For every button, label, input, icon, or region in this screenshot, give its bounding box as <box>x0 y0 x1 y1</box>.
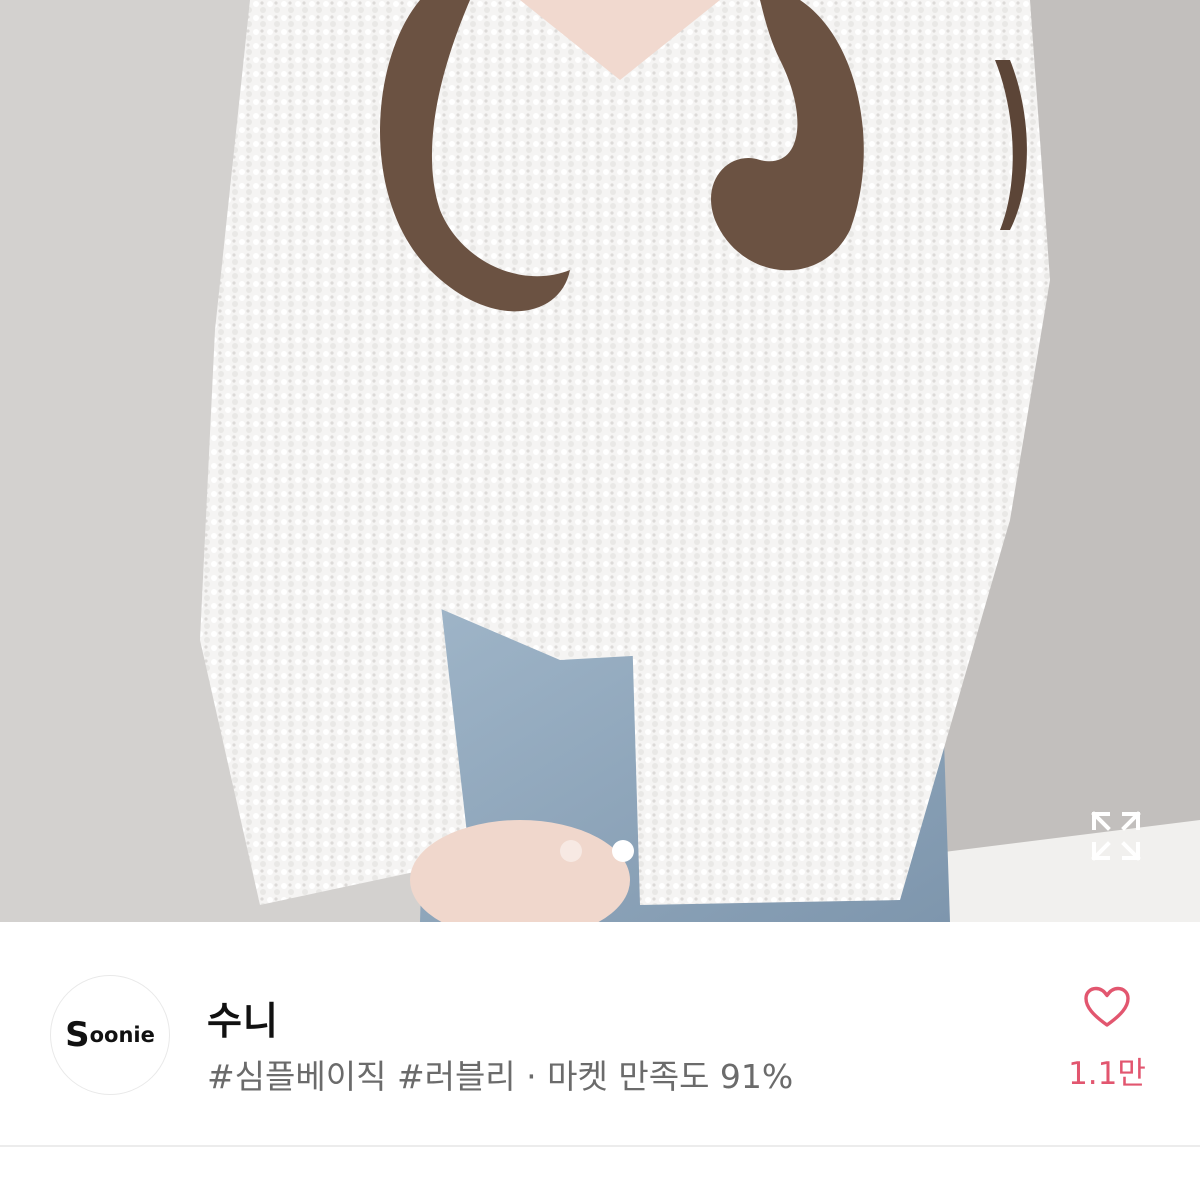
seller-name[interactable]: 수니 <box>207 990 279 1045</box>
seller-tags: #심플베이직 #러블리 · 마켓 만족도 91% <box>207 1057 794 1096</box>
like-count: 1.1만 <box>1068 1056 1146 1092</box>
seller-logo-text: oonie <box>89 1023 155 1047</box>
product-image[interactable] <box>0 0 1200 922</box>
like-button[interactable]: 1.1만 <box>1062 986 1152 1093</box>
expand-icon[interactable] <box>1090 810 1142 862</box>
seller-logo[interactable]: Soonie <box>50 975 170 1095</box>
product-photo-illustration <box>0 0 1200 922</box>
section-divider <box>0 1145 1200 1147</box>
seller-info: Soonie 수니 #심플베이직 #러블리 · 마켓 만족도 91% 1.1만 <box>0 922 1200 1144</box>
pagination-dot[interactable] <box>560 840 582 862</box>
heart-outline-icon <box>1084 986 1130 1027</box>
seller-logo-initial: S <box>65 1015 90 1055</box>
image-pagination <box>560 840 634 862</box>
pagination-dot-active[interactable] <box>612 840 634 862</box>
